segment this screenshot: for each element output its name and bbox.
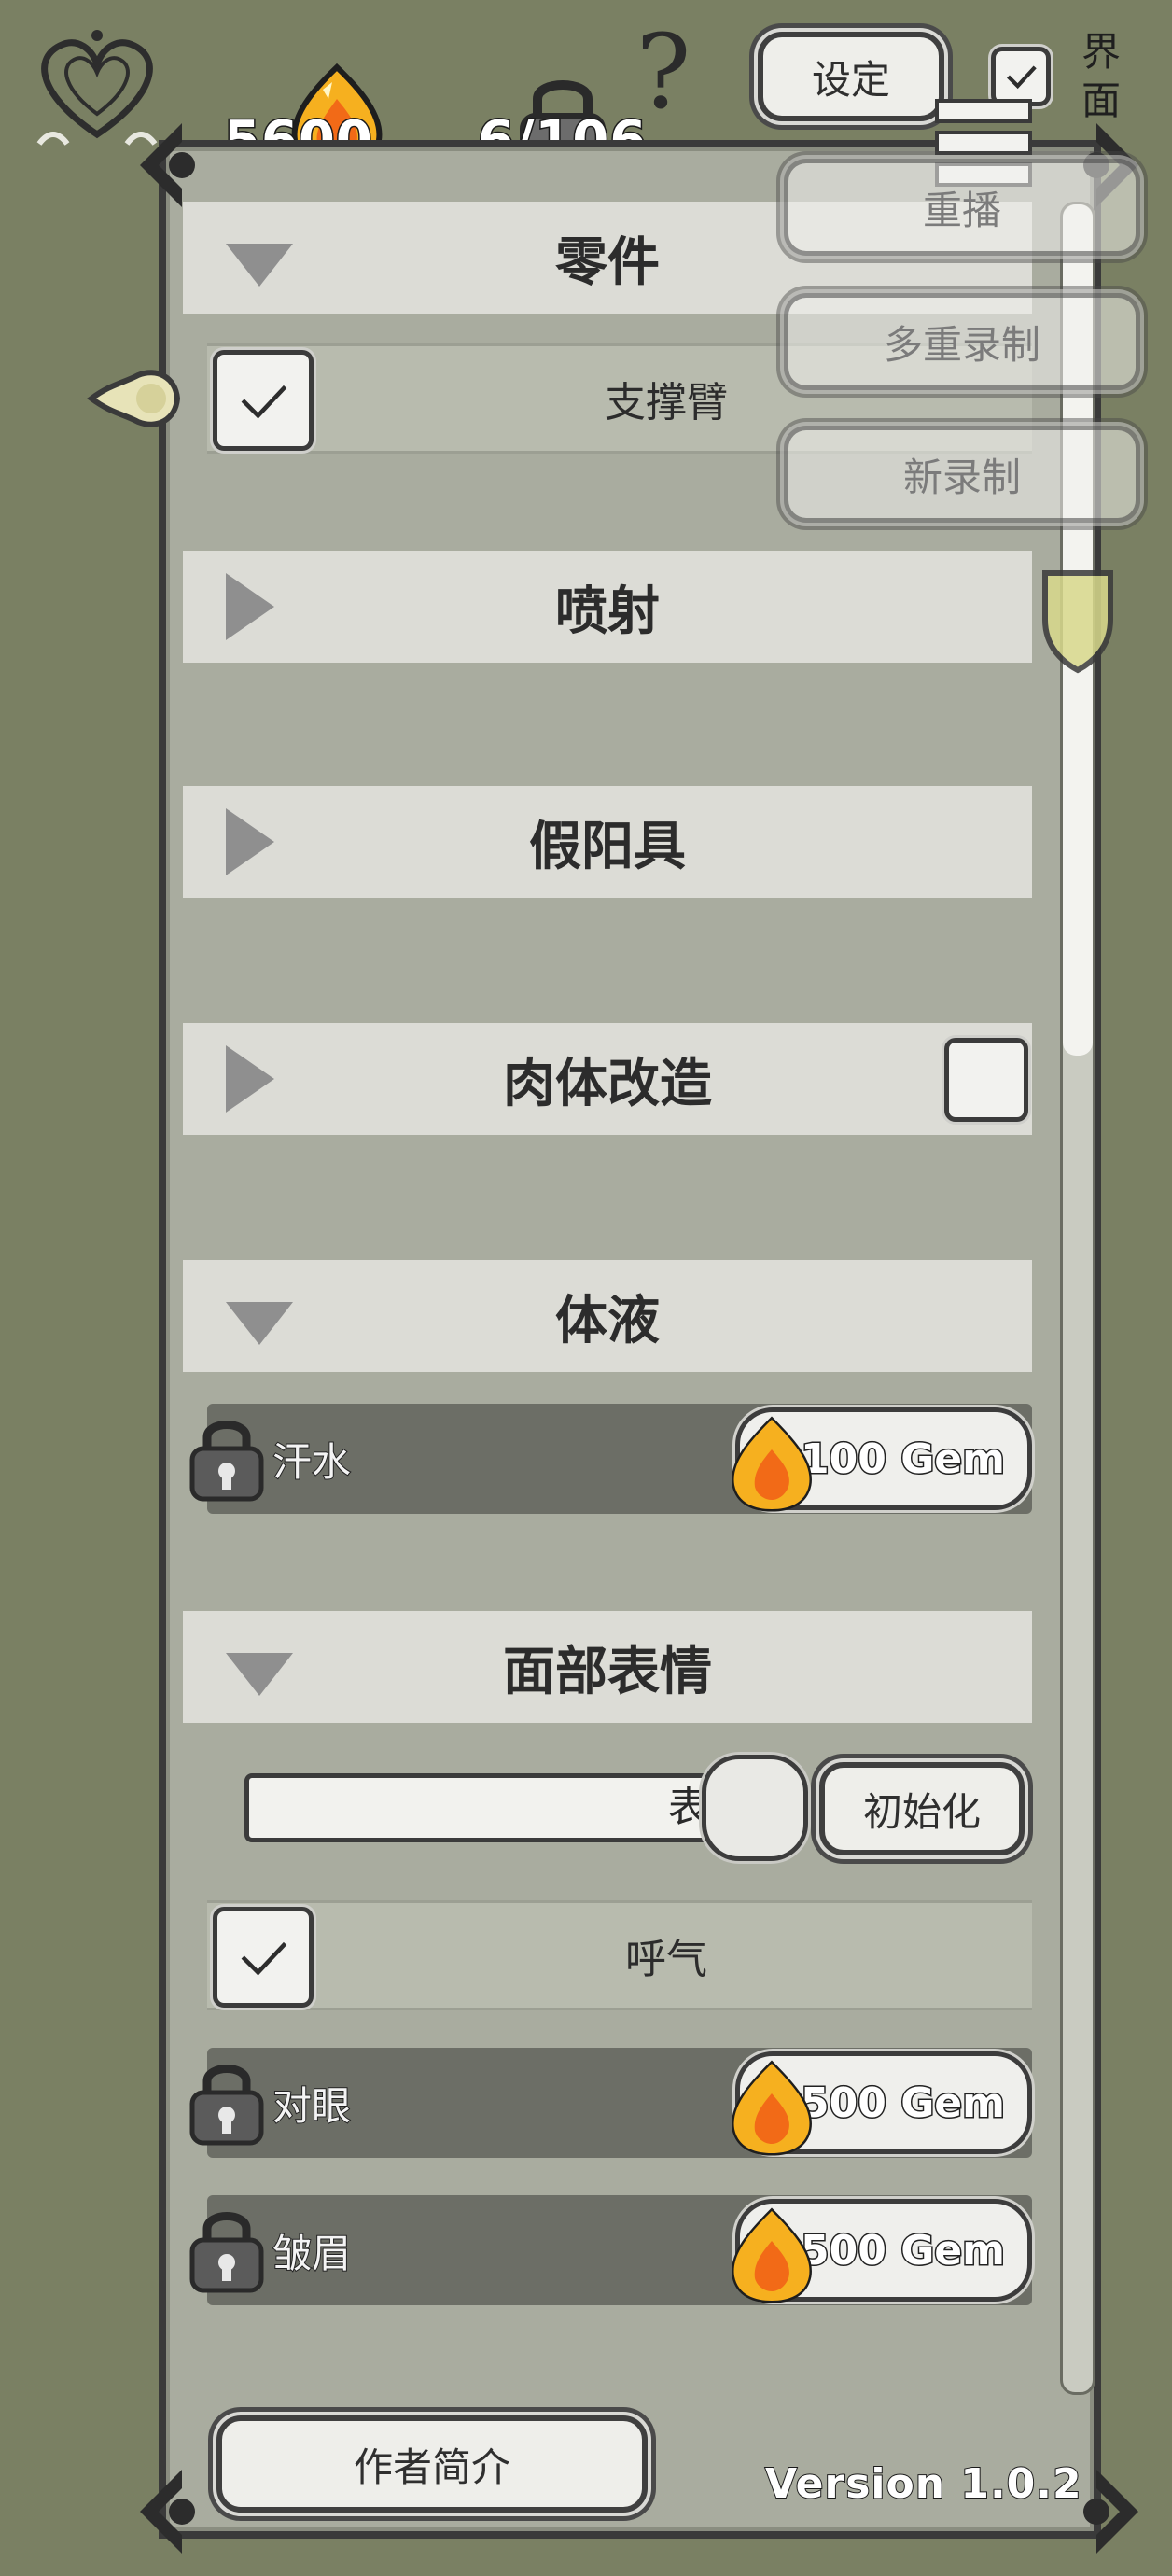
unlock-price-button[interactable]: 500 Gem xyxy=(732,2051,1032,2156)
expression-slider-knob[interactable] xyxy=(702,1755,808,1861)
reset-expression-button[interactable]: 初始化 xyxy=(819,1762,1025,1855)
section-header-dildo[interactable]: 假阳具 xyxy=(183,786,1032,898)
new-record-button[interactable]: 新录制 xyxy=(784,426,1140,523)
item-row-frown[interactable]: 皱眉 500 Gem xyxy=(189,2195,1032,2305)
triangle-right-icon xyxy=(224,1043,276,1127)
section-title: 假阳具 xyxy=(529,816,686,877)
section-title: 肉体改造 xyxy=(503,1053,712,1114)
multi-record-button[interactable]: 多重录制 xyxy=(784,293,1140,390)
unlock-price-button[interactable]: 100 Gem xyxy=(732,1407,1032,1512)
triangle-down-icon xyxy=(224,1299,295,1360)
item-row-breath[interactable]: 呼气 xyxy=(207,1900,1032,2010)
item-row-cross-eyed[interactable]: 对眼 500 Gem xyxy=(189,2048,1032,2158)
replay-button[interactable]: 重播 xyxy=(784,159,1140,256)
ui-toggle-label: 界 面 xyxy=(1081,29,1121,123)
gem-icon xyxy=(727,1416,816,1513)
item-label: 汗水 xyxy=(272,1438,352,1486)
help-icon[interactable]: ? xyxy=(621,21,705,133)
triangle-right-icon xyxy=(224,571,276,655)
section-title: 零件 xyxy=(555,231,660,293)
item-row-sweat[interactable]: 汗水 100 Gem xyxy=(189,1404,1032,1514)
section-title: 喷射 xyxy=(555,581,660,642)
body-mod-checkbox[interactable] xyxy=(944,1038,1028,1122)
section-header-face[interactable]: 面部表情 xyxy=(183,1611,1032,1723)
gem-icon xyxy=(727,2060,816,2157)
pointer-hand-icon xyxy=(82,347,185,450)
section-title: 面部表情 xyxy=(503,1641,712,1702)
section-header-spray[interactable]: 喷射 xyxy=(183,551,1032,663)
triangle-right-icon xyxy=(224,806,276,890)
author-profile-button[interactable]: 作者简介 xyxy=(216,2415,648,2513)
triangle-down-icon xyxy=(224,1650,295,1711)
item-label: 皱眉 xyxy=(272,2230,352,2277)
unlock-price-button[interactable]: 500 Gem xyxy=(732,2199,1032,2303)
version-label: Version 1.0.2 xyxy=(764,2459,1082,2509)
lock-icon xyxy=(187,2205,267,2294)
lock-icon xyxy=(187,1413,267,1503)
item-label: 呼气 xyxy=(625,1936,707,1983)
triangle-down-icon xyxy=(224,241,295,301)
gem-icon xyxy=(727,2207,816,2304)
settings-button[interactable]: 设定 xyxy=(758,32,944,121)
item-label: 对眼 xyxy=(272,2082,352,2130)
shield-icon xyxy=(1036,564,1120,676)
section-header-fluids[interactable]: 体液 xyxy=(183,1260,1032,1372)
section-header-body-mod[interactable]: 肉体改造 xyxy=(183,1023,1032,1135)
section-title: 体液 xyxy=(555,1290,660,1351)
lock-icon xyxy=(187,2057,267,2147)
